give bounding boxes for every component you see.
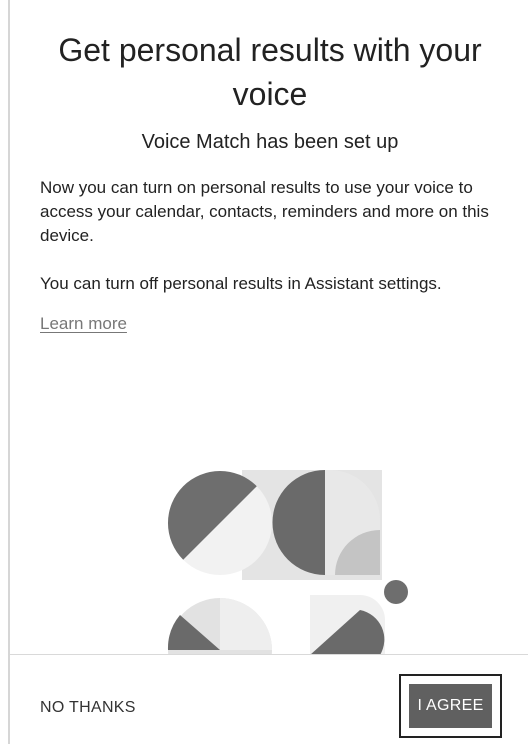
dialog-content: Get personal results with your voice Voi…: [40, 0, 500, 334]
illustration-bottom-right-pill: [310, 595, 385, 655]
dialog-subtitle: Voice Match has been set up: [141, 131, 399, 153]
description-paragraph: Now you can turn on personal results to …: [40, 178, 489, 245]
illustration-dot: [384, 580, 408, 604]
i-agree-button[interactable]: I AGREE: [409, 684, 492, 728]
illustration-right-pill: [272, 470, 380, 575]
voice-match-illustration: [160, 465, 420, 655]
dialog-title: Get personal results with your voice: [58, 32, 482, 112]
dialog-footer: NO THANKS I AGREE: [10, 654, 528, 745]
no-thanks-button[interactable]: NO THANKS: [40, 699, 136, 717]
illustration-bottom-left-circle: [167, 598, 272, 655]
left-edge-divider: [8, 0, 10, 744]
settings-note-paragraph: You can turn off personal results in Ass…: [40, 274, 442, 293]
illustration-left-circle: [167, 470, 272, 575]
learn-more-link[interactable]: Learn more: [40, 314, 127, 334]
